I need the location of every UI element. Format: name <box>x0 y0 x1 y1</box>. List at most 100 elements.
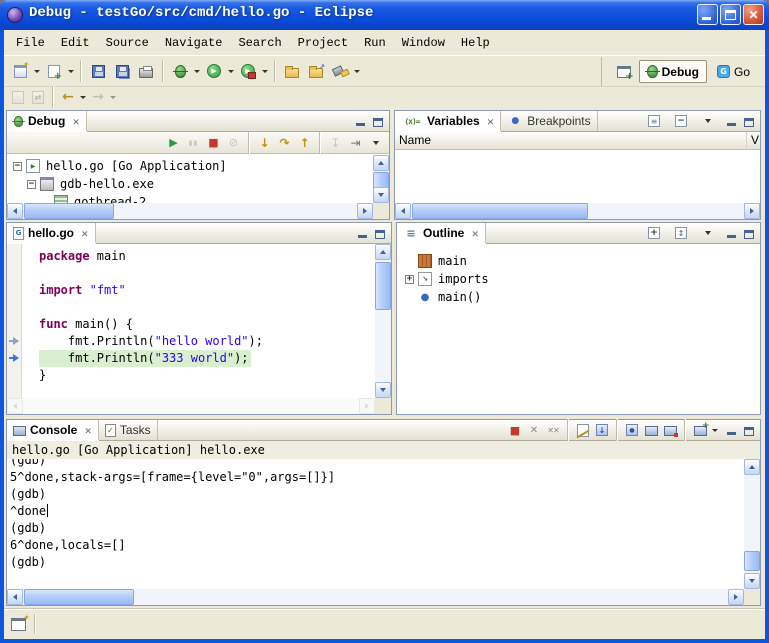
debug-horizontal-scrollbar[interactable] <box>7 203 373 219</box>
show-stderr-button[interactable] <box>661 421 679 439</box>
collapse-all-button[interactable] <box>669 109 693 133</box>
scroll-right-button[interactable] <box>357 203 373 219</box>
step-over-button[interactable] <box>275 133 294 152</box>
view-menu-button[interactable] <box>696 221 720 245</box>
title-bar[interactable]: Debug - testGo/src/cmd/hello.go - Eclips… <box>0 0 769 30</box>
close-tab-icon[interactable] <box>81 226 89 240</box>
print-button[interactable] <box>134 59 158 83</box>
new-wizard-dropdown[interactable] <box>32 59 42 83</box>
open-perspective-button[interactable] <box>612 60 636 84</box>
menu-run[interactable]: Run <box>356 33 394 53</box>
minimize-view-icon[interactable] <box>353 114 367 128</box>
collapse-expander-icon[interactable]: − <box>27 180 36 189</box>
scrollbar-thumb[interactable] <box>744 551 760 571</box>
save-button[interactable] <box>86 59 110 83</box>
code-line[interactable]: import "fmt" <box>39 282 375 299</box>
tree-row[interactable]: −hello.go [Go Application] <box>7 157 373 175</box>
scroll-left-button[interactable] <box>7 203 23 219</box>
tab-variables[interactable]: Variables <box>395 111 501 131</box>
open-resource-button[interactable] <box>304 59 328 83</box>
search-dropdown[interactable] <box>352 59 362 83</box>
tree-row[interactable]: main() <box>399 288 760 306</box>
scroll-right-button[interactable] <box>744 203 760 219</box>
collapse-expander-icon[interactable]: − <box>13 162 22 171</box>
tab-console[interactable]: Console <box>7 420 99 440</box>
column-name[interactable]: Name <box>395 132 747 149</box>
back-dropdown[interactable] <box>78 85 88 109</box>
scrollbar-thumb[interactable] <box>412 203 588 219</box>
close-tab-icon[interactable] <box>84 423 92 437</box>
maximize-window-button[interactable] <box>720 4 741 25</box>
close-tab-icon[interactable] <box>487 114 495 128</box>
new-wizard-button[interactable] <box>8 59 32 83</box>
new-go-element-dropdown[interactable] <box>66 59 76 83</box>
expand-all-button[interactable] <box>642 221 666 245</box>
maximize-view-icon[interactable] <box>373 226 387 240</box>
scroll-left-button[interactable] <box>395 203 411 219</box>
editor-vertical-scrollbar[interactable] <box>375 244 391 398</box>
terminate-button[interactable] <box>506 421 524 439</box>
code-line[interactable] <box>39 299 375 316</box>
minimize-view-icon[interactable] <box>724 423 738 437</box>
maximize-view-icon[interactable] <box>742 114 756 128</box>
view-menu-button[interactable] <box>696 109 720 133</box>
expand-expander-icon[interactable]: + <box>405 275 414 284</box>
close-tab-icon[interactable] <box>72 114 80 128</box>
scroll-down-button[interactable] <box>373 187 389 203</box>
console-horizontal-scrollbar[interactable] <box>7 589 744 605</box>
code-line[interactable]: fmt.Println("333 world"); <box>39 350 375 367</box>
scroll-up-button[interactable] <box>375 244 391 260</box>
view-menu-button[interactable] <box>366 133 385 152</box>
drop-to-frame-button[interactable] <box>326 133 345 152</box>
perspective-go-button[interactable]: Go <box>710 60 757 83</box>
tree-row[interactable]: gothread-2 <box>7 193 373 203</box>
console-vertical-scrollbar[interactable] <box>744 459 760 589</box>
scrollbar-thumb[interactable] <box>24 589 134 605</box>
menu-source[interactable]: Source <box>98 33 157 53</box>
variables-table-body[interactable] <box>395 150 760 203</box>
scrollbar-thumb[interactable] <box>24 203 114 219</box>
minimize-view-icon[interactable] <box>355 226 369 240</box>
remove-all-launches-button[interactable] <box>544 421 562 439</box>
open-console-dropdown[interactable] <box>710 418 720 442</box>
scroll-lock-button[interactable] <box>593 421 611 439</box>
debug-vertical-scrollbar[interactable] <box>373 155 389 203</box>
search-button[interactable] <box>328 59 352 83</box>
code-line[interactable]: } <box>39 367 375 384</box>
maximize-view-icon[interactable] <box>742 226 756 240</box>
scroll-right-button[interactable] <box>359 398 375 414</box>
minimize-view-icon[interactable] <box>724 226 738 240</box>
minimize-window-button[interactable] <box>697 4 718 25</box>
scroll-left-button[interactable] <box>7 589 23 605</box>
resume-button[interactable] <box>164 133 183 152</box>
new-go-element-button[interactable] <box>42 59 66 83</box>
tab-outline[interactable]: Outline <box>397 223 486 243</box>
show-type-names-button[interactable] <box>642 109 666 133</box>
minimize-view-icon[interactable] <box>724 114 738 128</box>
scrollbar-thumb[interactable] <box>375 262 391 310</box>
forward-button[interactable] <box>88 88 108 106</box>
disconnect-button[interactable] <box>224 133 243 152</box>
scroll-up-button[interactable] <box>744 459 760 475</box>
tab-tasks[interactable]: Tasks <box>99 420 158 440</box>
editor-horizontal-scrollbar[interactable] <box>7 398 375 414</box>
code-line[interactable]: fmt.Println("hello world"); <box>39 333 375 350</box>
variables-horizontal-scrollbar[interactable] <box>395 203 760 219</box>
run-external-button[interactable] <box>236 59 260 83</box>
menu-file[interactable]: File <box>8 33 53 53</box>
tree-row[interactable]: main <box>399 252 760 270</box>
editor-ruler[interactable] <box>7 244 22 398</box>
clear-console-button[interactable] <box>574 421 592 439</box>
menu-help[interactable]: Help <box>453 33 498 53</box>
menu-navigate[interactable]: Navigate <box>157 33 231 53</box>
console-output[interactable]: (gdb)5^done,stack-args=[frame={level="0"… <box>7 459 744 589</box>
terminate-button[interactable] <box>204 133 223 152</box>
close-window-button[interactable] <box>743 4 764 25</box>
open-console-button[interactable] <box>691 421 709 439</box>
code-line[interactable] <box>39 265 375 282</box>
debug-dropdown[interactable] <box>192 59 202 83</box>
save-all-button[interactable] <box>110 59 134 83</box>
menu-edit[interactable]: Edit <box>53 33 98 53</box>
code-line[interactable]: package main <box>39 248 375 265</box>
step-into-button[interactable] <box>255 133 274 152</box>
